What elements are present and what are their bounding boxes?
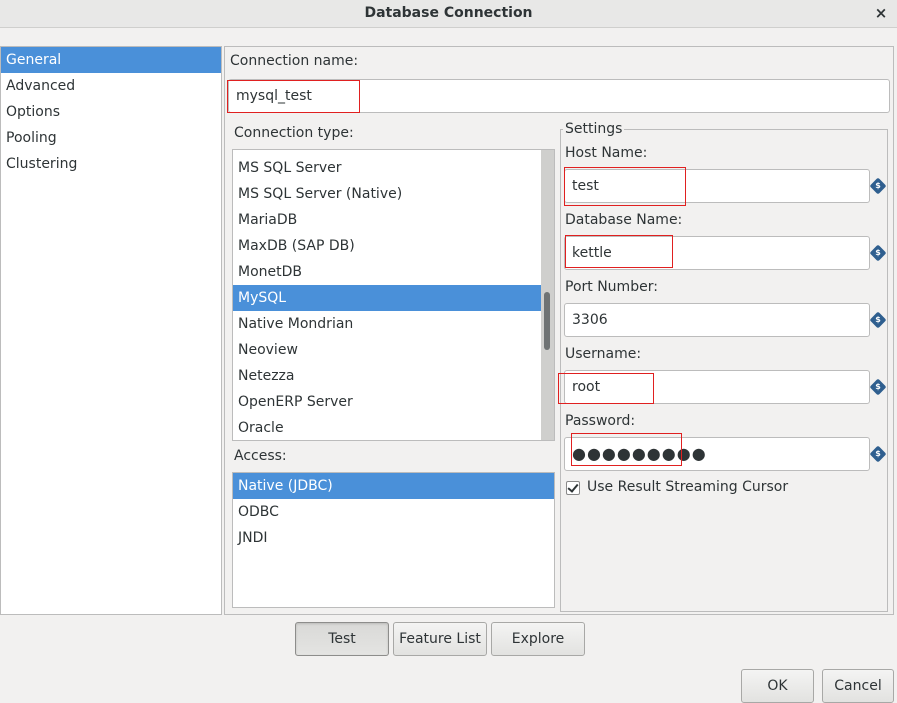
access-list[interactable]: Native (JDBC) ODBC JNDI (232, 472, 555, 608)
connection-type-item[interactable]: MS SQL Server (233, 155, 542, 181)
feature-list-button[interactable]: Feature List (393, 622, 487, 656)
sidebar-item-options[interactable]: Options (1, 99, 221, 125)
settings-legend: Settings (565, 121, 623, 137)
general-panel: Connection name: mysql_test Connection t… (224, 46, 894, 615)
window-title: Database Connection (364, 5, 533, 21)
connection-type-scrollbar[interactable] (541, 150, 554, 440)
sidebar-item-advanced[interactable]: Advanced (1, 73, 221, 99)
sidebar-nav: General Advanced Options Pooling Cluster… (0, 46, 222, 615)
variable-icon-username[interactable]: $ (869, 378, 887, 396)
port-number-input[interactable]: 3306 (564, 303, 870, 337)
streaming-cursor-checkbox[interactable] (566, 481, 580, 495)
streaming-cursor-label: Use Result Streaming Cursor (587, 479, 789, 495)
test-button[interactable]: Test (295, 622, 389, 656)
cancel-button[interactable]: Cancel (822, 669, 894, 703)
host-name-label: Host Name: (565, 145, 648, 161)
explore-button[interactable]: Explore (491, 622, 585, 656)
variable-icon-port[interactable]: $ (869, 311, 887, 329)
sidebar-item-general[interactable]: General (1, 47, 221, 73)
password-input[interactable]: ●●●●●●●●● (564, 437, 870, 471)
connection-type-item[interactable]: MariaDB (233, 207, 542, 233)
sidebar-item-clustering[interactable]: Clustering (1, 151, 221, 177)
ok-button[interactable]: OK (741, 669, 814, 703)
access-type-item[interactable]: Native (JDBC) (233, 473, 554, 499)
connection-name-label: Connection name: (230, 53, 359, 69)
connection-type-label: Connection type: (234, 125, 354, 141)
scrollbar-thumb[interactable] (544, 292, 550, 350)
connection-type-item[interactable]: OpenERP Server (233, 389, 542, 415)
access-label: Access: (234, 448, 287, 464)
connection-type-item[interactable]: Neoview (233, 337, 542, 363)
host-name-input[interactable]: test (564, 169, 870, 203)
database-name-label: Database Name: (565, 212, 683, 228)
password-label: Password: (565, 413, 636, 429)
sidebar-item-pooling[interactable]: Pooling (1, 125, 221, 151)
connection-type-item[interactable]: MS SQL Server (Native) (233, 181, 542, 207)
connection-type-item[interactable]: Oracle (233, 415, 542, 440)
connection-type-item[interactable]: MaxDB (SAP DB) (233, 233, 542, 259)
connection-name-input[interactable]: mysql_test (228, 79, 890, 113)
port-number-label: Port Number: (565, 279, 658, 295)
variable-icon-host[interactable]: $ (869, 177, 887, 195)
variable-icon-password[interactable]: $ (869, 445, 887, 463)
connection-type-item[interactable]: Native Mondrian (233, 311, 542, 337)
connection-type-list[interactable]: MS SQL Server MS SQL Server (Native) Maria… (232, 149, 555, 441)
access-type-item[interactable]: ODBC (233, 499, 554, 525)
database-name-input[interactable]: kettle (564, 236, 870, 270)
username-label: Username: (565, 346, 642, 362)
connection-type-item[interactable]: MySQL (233, 285, 542, 311)
access-type-item[interactable]: JNDI (233, 525, 554, 551)
username-input[interactable]: root (564, 370, 870, 404)
connection-type-item[interactable]: Netezza (233, 363, 542, 389)
close-icon[interactable]: × (871, 3, 891, 23)
title-bar: Database Connection × (0, 0, 897, 28)
connection-type-item[interactable]: MonetDB (233, 259, 542, 285)
variable-icon-database[interactable]: $ (869, 244, 887, 262)
